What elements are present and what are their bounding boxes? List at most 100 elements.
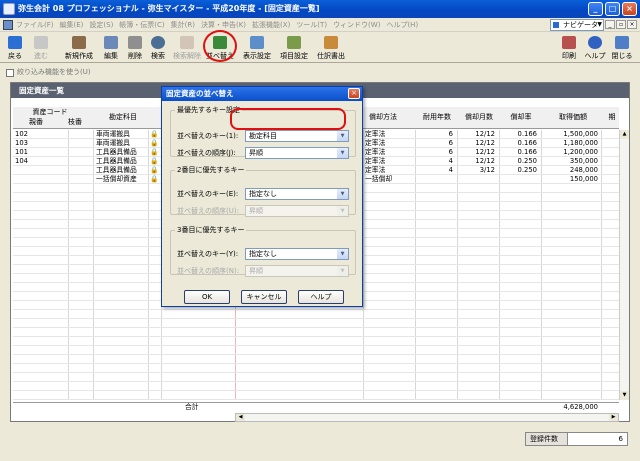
secondary-key-row: 並べ替えのキー(E): 指定なし ▼: [177, 188, 351, 200]
primary-order-label: 並べ替えの順序(J):: [177, 149, 236, 157]
navigator-label: ナビゲータ: [563, 21, 598, 29]
scroll-right-icon[interactable]: ▶: [609, 414, 618, 421]
tertiary-order-select[interactable]: 昇順 ▼: [245, 265, 349, 277]
secondary-key-legend: 2番目に優先するキー: [177, 166, 245, 174]
total-value: 4,628,000: [563, 403, 598, 411]
chevron-down-icon: ▼: [337, 266, 348, 276]
filter-checkbox[interactable]: [6, 69, 14, 77]
total-label: 合計: [185, 403, 199, 411]
forward-arrow-icon: [34, 36, 48, 49]
help-icon: [588, 36, 602, 49]
sort-button-highlight: [203, 30, 237, 62]
tertiary-order-value: 昇順: [249, 267, 263, 275]
menu-help[interactable]: ヘルプ(H): [386, 18, 418, 32]
help-button[interactable]: ヘルプ: [583, 35, 607, 61]
delete-button[interactable]: 削除: [124, 35, 146, 61]
chevron-down-icon: ▼: [337, 131, 348, 141]
delete-icon: [128, 36, 142, 49]
secondary-order-select[interactable]: 昇順 ▼: [245, 205, 349, 217]
menu-file[interactable]: ファイル(F): [16, 18, 54, 32]
filter-label: 絞り込み機能を使う(U): [17, 68, 91, 76]
horizontal-scrollbar[interactable]: ◀ ▶: [235, 413, 619, 422]
lock-icon: 🔒: [150, 157, 159, 165]
secondary-order-label: 並べ替えの順序(U):: [177, 207, 239, 215]
document-icon[interactable]: [3, 20, 13, 30]
menu-books[interactable]: 帳簿・伝票(C): [119, 18, 164, 32]
mdi-restore-button[interactable]: ▫: [616, 20, 626, 29]
menu-extensions[interactable]: 拡張機能(X): [252, 18, 290, 32]
tertiary-key-select[interactable]: 指定なし ▼: [245, 248, 349, 260]
display-settings-icon: [250, 36, 264, 49]
menu-settings[interactable]: 設定(S): [89, 18, 113, 32]
display-settings-button[interactable]: 表示設定: [240, 35, 274, 61]
cancel-search-button[interactable]: 検索解除: [172, 35, 202, 61]
secondary-key-label: 並べ替えのキー(E):: [177, 190, 239, 198]
menu-window[interactable]: ウィンドウ(W): [333, 18, 380, 32]
scroll-down-icon[interactable]: ▼: [620, 391, 629, 400]
vertical-scrollbar[interactable]: ▲ ▼: [619, 130, 629, 400]
primary-order-select[interactable]: 昇順 ▼: [245, 147, 349, 159]
mdi-minimize-button[interactable]: _: [605, 20, 615, 29]
journal-button[interactable]: 仕訳書出: [314, 35, 348, 61]
window-title: 弥生会計 08 プロフェッショナル - 弥生マイスター - 平成20年度 - […: [18, 4, 320, 13]
close-window-button[interactable]: ×: [622, 2, 637, 16]
col-asset-code: 資産コード: [32, 108, 68, 116]
dialog-title: 固定資産の並べ替え: [162, 87, 362, 101]
maximize-button[interactable]: □: [605, 2, 620, 16]
secondary-key-group: 2番目に優先するキー 並べ替えのキー(E): 指定なし ▼ 並べ替えの順序(U)…: [170, 165, 356, 217]
secondary-key-value: 指定なし: [249, 190, 277, 198]
tertiary-key-label: 並べ替えのキー(Y):: [177, 250, 239, 258]
col-parent: 親番: [29, 118, 43, 126]
chevron-down-icon: ▼: [337, 148, 348, 158]
close-button[interactable]: 閉じる: [609, 35, 635, 61]
new-button[interactable]: 新規作成: [62, 35, 96, 61]
journal-icon: [324, 36, 338, 49]
col-branch: 枝番: [68, 118, 82, 126]
col-extra: 期: [608, 113, 616, 121]
pencil-icon: [104, 36, 118, 49]
menu-summary[interactable]: 集計(R): [171, 18, 195, 32]
scroll-up-icon[interactable]: ▲: [620, 130, 629, 139]
sort-dialog: 固定資産の並べ替え × 最優先するキー設定 並べ替えのキー(1): 勘定科目 ▼…: [161, 86, 363, 307]
primary-order-row: 並べ替えの順序(J): 昇順 ▼: [177, 147, 351, 159]
tertiary-order-label: 並べ替えの順序(N):: [177, 267, 240, 275]
col-cost: 取得価額: [559, 113, 587, 121]
cancel-button[interactable]: キャンセル: [241, 290, 287, 304]
dialog-help-button[interactable]: ヘルプ: [298, 290, 344, 304]
ok-button[interactable]: OK: [184, 290, 230, 304]
lock-icon: 🔒: [150, 166, 159, 174]
window-controls: _ □ ×: [588, 2, 637, 16]
col-months: 償却月数: [465, 113, 493, 121]
print-icon: [562, 36, 576, 49]
menu-tools[interactable]: ツール(T): [296, 18, 327, 32]
new-asset-icon: [72, 36, 86, 49]
tertiary-key-row: 並べ替えのキー(Y): 指定なし ▼: [177, 248, 351, 260]
app-icon: [3, 3, 15, 15]
lock-icon: 🔒: [150, 148, 159, 156]
navigator-button[interactable]: ナビゲータ ▼: [550, 19, 604, 31]
item-settings-button[interactable]: 項目設定: [277, 35, 311, 61]
print-button[interactable]: 印刷: [558, 35, 580, 61]
primary-key-highlight: [230, 108, 346, 130]
filter-bar: 絞り込み機能を使う(U): [0, 64, 640, 80]
edit-button[interactable]: 編集: [100, 35, 122, 61]
primary-key-select[interactable]: 勘定科目 ▼: [245, 130, 349, 142]
window-titlebar: 弥生会計 08 プロフェッショナル - 弥生マイスター - 平成20年度 - […: [0, 0, 640, 18]
search-button[interactable]: 検索: [147, 35, 169, 61]
lock-icon: 🔒: [150, 139, 159, 147]
minimize-button[interactable]: _: [588, 2, 603, 16]
primary-order-value: 昇順: [249, 149, 263, 157]
chevron-down-icon: ▼: [597, 21, 602, 28]
secondary-key-select[interactable]: 指定なし ▼: [245, 188, 349, 200]
menu-edit[interactable]: 編集(E): [60, 18, 84, 32]
primary-key-label: 並べ替えのキー(1):: [177, 132, 239, 140]
col-method: 償却方法: [369, 113, 397, 121]
search-icon: [151, 36, 165, 49]
scroll-left-icon[interactable]: ◀: [236, 414, 245, 421]
chevron-down-icon: ▼: [337, 249, 348, 259]
mdi-close-button[interactable]: ×: [627, 20, 637, 29]
dialog-close-button[interactable]: ×: [348, 88, 360, 99]
back-button[interactable]: 戻る: [4, 35, 26, 61]
forward-button[interactable]: 進む: [30, 35, 52, 61]
record-count: 登録件数 6: [525, 432, 628, 446]
